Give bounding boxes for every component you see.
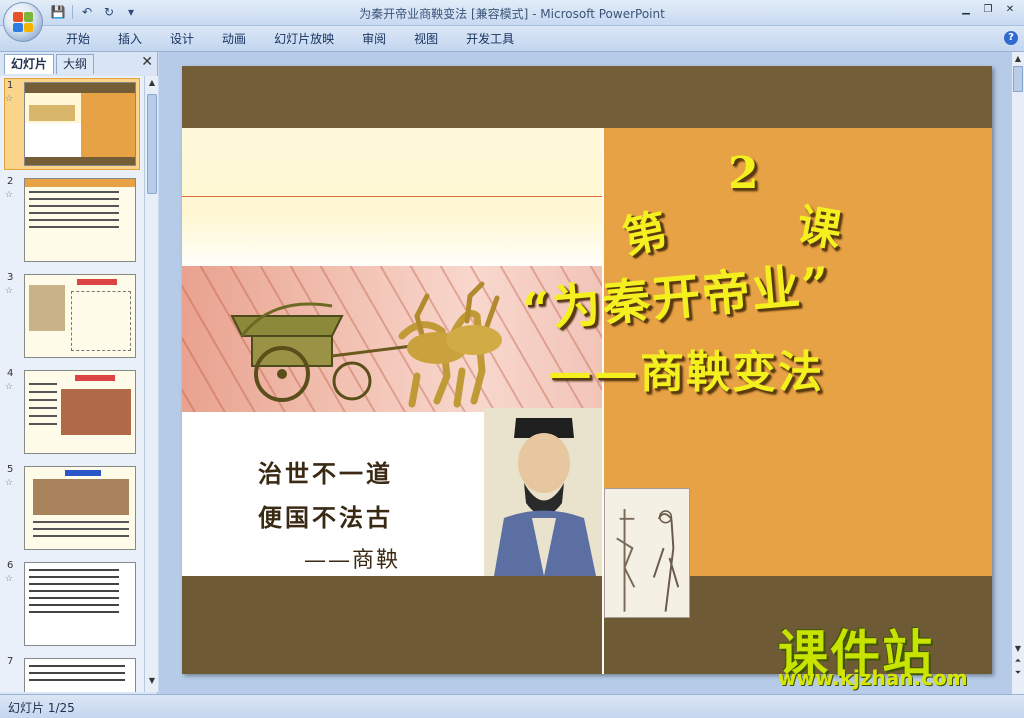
scrollbar-thumb[interactable] — [147, 94, 157, 194]
thumbnail-preview — [24, 82, 136, 166]
slide-number: 4 — [7, 368, 14, 379]
slide-thumbnail[interactable]: 4 ☆ — [0, 368, 144, 458]
tab-slides[interactable]: 幻灯片 — [4, 54, 55, 74]
slides-panel: 幻灯片 大纲 ✕ 1 ☆ 2 ☆ 3 ☆ 4 ☆ 5 ☆ 6 ☆ 7 ▲ ▼ — [0, 52, 158, 694]
status-bar: 幻灯片 1/25 — [0, 694, 1024, 718]
animation-star-icon: ☆ — [5, 286, 14, 296]
slide-thumbnail[interactable]: 6 ☆ — [0, 560, 144, 650]
tab-view[interactable]: 视图 — [400, 30, 452, 48]
tab-developer[interactable]: 开发工具 — [452, 30, 528, 48]
scrollbar-thumb[interactable] — [1013, 66, 1023, 92]
shang-yang-portrait-image — [484, 408, 604, 576]
slide-number: 7 — [7, 656, 14, 667]
watermark-logo: 课件站 www.kjzhan.com — [778, 614, 1008, 694]
ribbon: 开始 插入 设计 动画 幻灯片放映 审阅 视图 开发工具 ? — [0, 26, 1024, 52]
thumbnail-preview — [24, 178, 136, 262]
slide-number: 6 — [7, 560, 14, 571]
historical-sketch-image — [604, 488, 690, 618]
window-controls: ▁ ❐ ✕ — [956, 2, 1020, 18]
animation-star-icon: ☆ — [5, 94, 14, 104]
help-icon[interactable]: ? — [1004, 31, 1018, 45]
tab-insert[interactable]: 插入 — [104, 30, 156, 48]
thumbnail-preview — [24, 658, 136, 692]
quote-line-1[interactable]: 治世不一道 — [258, 454, 393, 489]
tab-outline[interactable]: 大纲 — [56, 54, 95, 74]
slide-thumbnails: 1 ☆ 2 ☆ 3 ☆ 4 ☆ 5 ☆ 6 ☆ 7 — [0, 76, 144, 692]
thumbnail-preview — [24, 274, 136, 358]
restore-icon[interactable]: ❐ — [978, 2, 998, 18]
slide-count-status: 幻灯片 1/25 — [8, 701, 75, 715]
minimize-icon[interactable]: ▁ — [956, 2, 976, 18]
close-icon[interactable]: ✕ — [1000, 2, 1020, 18]
divider-line — [602, 128, 604, 674]
watermark-url: www.kjzhan.com — [778, 666, 968, 690]
tab-slideshow[interactable]: 幻灯片放映 — [260, 30, 348, 48]
animation-star-icon: ☆ — [5, 574, 14, 584]
office-logo-icon — [13, 12, 33, 32]
thumbnail-preview — [24, 562, 136, 646]
slide-number: 1 — [7, 80, 14, 91]
animation-star-icon: ☆ — [5, 478, 14, 488]
top-band — [182, 66, 992, 128]
quote-attribution[interactable]: ——商鞅 — [304, 542, 400, 574]
slide-subtitle[interactable]: ——商鞅变法 — [548, 336, 824, 400]
slide-thumbnail[interactable]: 2 ☆ — [0, 176, 144, 266]
tab-home[interactable]: 开始 — [52, 30, 104, 48]
window-title: 为秦开帝业商鞅变法 [兼容模式] - Microsoft PowerPoint — [359, 7, 665, 21]
slide-number: 2 — [7, 176, 14, 187]
tab-review[interactable]: 审阅 — [348, 30, 400, 48]
lesson-number[interactable]: 2 — [728, 148, 759, 199]
title-bar: 💾 ↶ ↻ ▾ 为秦开帝业商鞅变法 [兼容模式] - Microsoft Pow… — [0, 0, 1024, 26]
slide-thumbnail[interactable]: 7 — [0, 656, 144, 692]
cream-panel — [182, 128, 602, 273]
thumbnails-scrollbar[interactable]: ▲ ▼ — [144, 76, 158, 692]
slide-number: 5 — [7, 464, 14, 475]
thumbnail-preview — [24, 466, 136, 550]
scroll-down-icon[interactable]: ▼ — [1013, 644, 1023, 653]
slide-thumbnail[interactable]: 1 ☆ — [0, 78, 144, 170]
ribbon-tabs: 开始 插入 设计 动画 幻灯片放映 审阅 视图 开发工具 — [52, 30, 528, 48]
scroll-up-icon[interactable]: ▲ — [1013, 54, 1023, 63]
slide-canvas[interactable]: 治世不一道 便国不法古 ——商鞅 第 2 课 “为秦开帝业” ——商鞅变法 — [182, 66, 992, 674]
animation-star-icon: ☆ — [5, 190, 14, 200]
slide-number: 3 — [7, 272, 14, 283]
previous-slide-icon[interactable]: ⏶ — [1013, 656, 1023, 666]
editor-scrollbar[interactable]: ▲ ▼ ⏶ ⏷ — [1011, 52, 1024, 694]
quote-line-2[interactable]: 便国不法古 — [258, 498, 393, 533]
bronze-chariot-image — [230, 281, 502, 408]
tab-animations[interactable]: 动画 — [208, 30, 260, 48]
scroll-down-icon[interactable]: ▼ — [147, 676, 157, 688]
slide-thumbnail[interactable]: 3 ☆ — [0, 272, 144, 362]
panel-close-icon[interactable]: ✕ — [141, 54, 153, 70]
next-slide-icon[interactable]: ⏷ — [1013, 668, 1023, 678]
panel-tabs: 幻灯片 大纲 — [2, 54, 156, 74]
scroll-up-icon[interactable]: ▲ — [147, 78, 157, 90]
office-button[interactable] — [3, 2, 43, 42]
decorative-line — [182, 196, 602, 197]
animation-star-icon: ☆ — [5, 382, 14, 392]
slide-thumbnail[interactable]: 5 ☆ — [0, 464, 144, 554]
thumbnail-preview — [24, 370, 136, 454]
tab-design[interactable]: 设计 — [156, 30, 208, 48]
